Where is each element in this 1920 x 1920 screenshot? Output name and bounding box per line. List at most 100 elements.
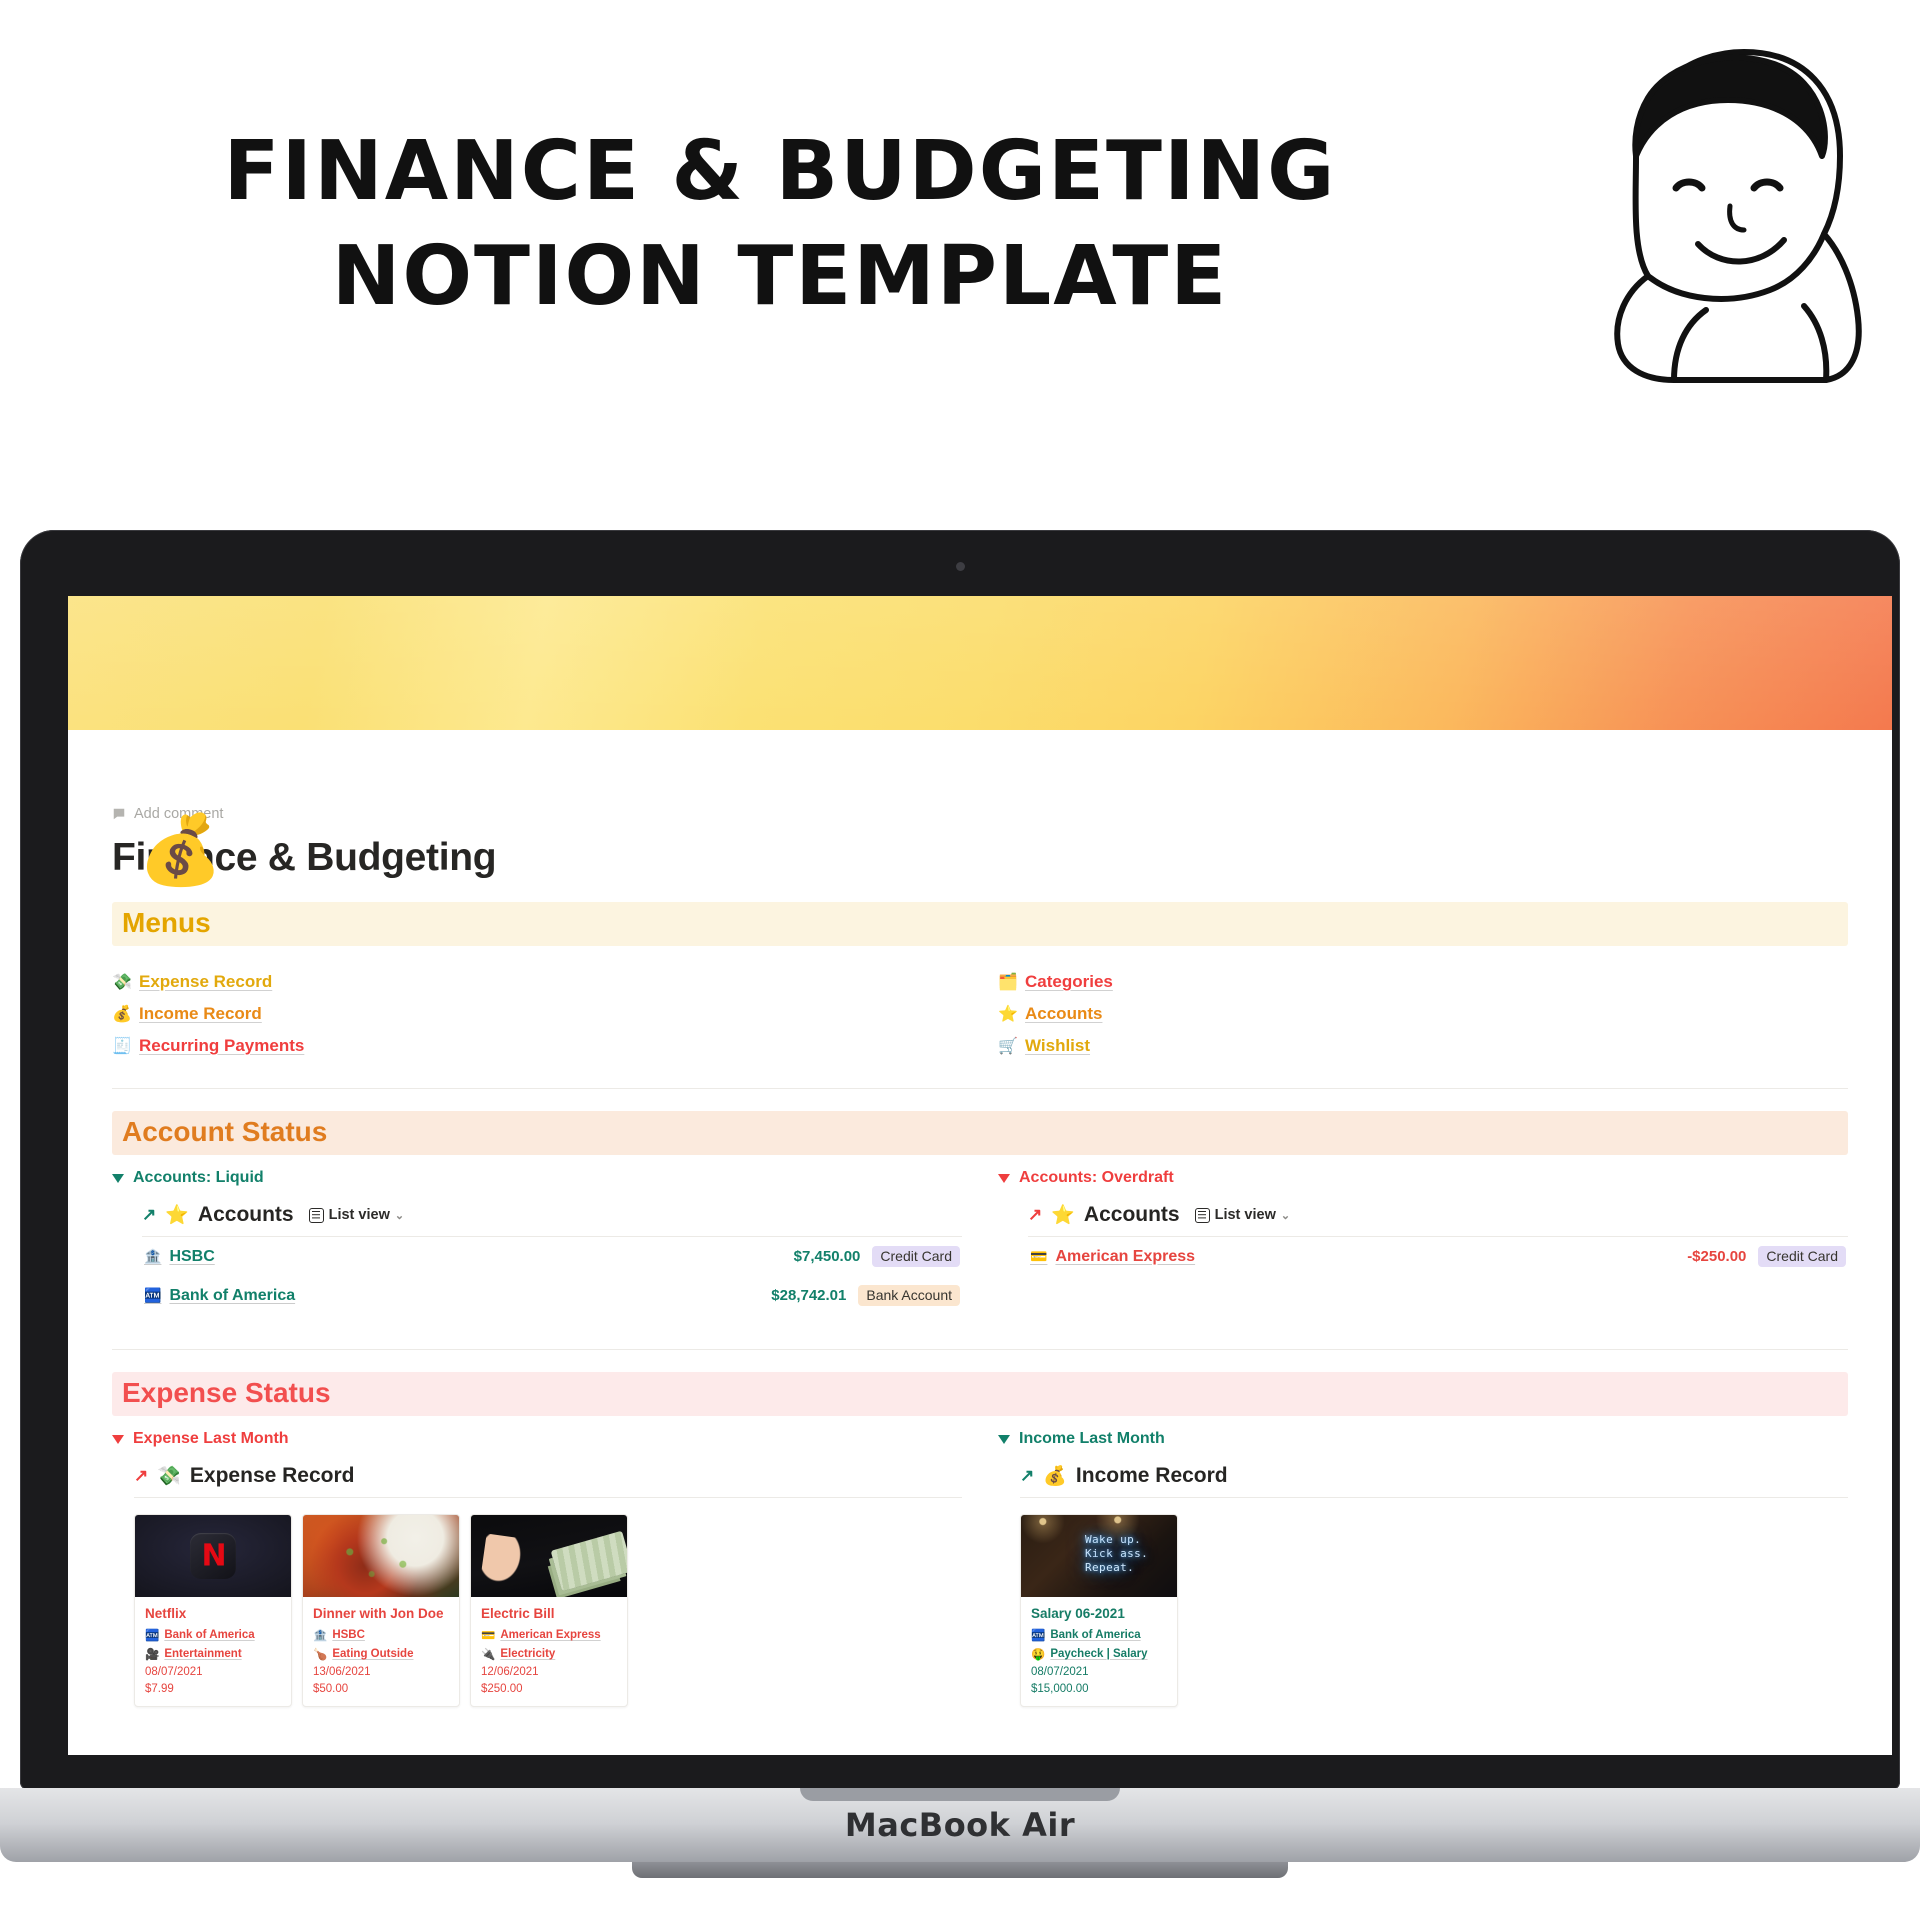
star-icon: ⭐ [165,1205,189,1226]
accounts-overdraft-block: Accounts: Overdraft ↗ ⭐ Accounts List vi… [998,1165,1848,1315]
open-link-icon[interactable]: ↗ [1028,1205,1042,1225]
card-amount: $15,000.00 [1031,1683,1089,1695]
income-gallery: Wake up. Kick ass. Repeat. Salary 06-202… [1020,1514,1848,1707]
list-view-icon [1194,1207,1210,1223]
menu-link-accounts[interactable]: ⭐ Accounts [998,1004,1848,1024]
card-category[interactable]: 🎥 Entertainment [145,1647,281,1661]
notion-page-body: 💰 Add comment Finance & Budgeting Menus … [68,730,1892,1707]
account-status-columns: Accounts: Liquid ↗ ⭐ Accounts List view … [112,1165,1848,1315]
menu-link-recurring-payments[interactable]: 🧾 Recurring Payments [112,1036,962,1056]
categories-icon: 🗂️ [998,974,1018,991]
laptop-mockup: 💰 Add comment Finance & Budgeting Menus … [0,530,1920,1920]
table-row[interactable]: 🏧 Bank of America $28,742.01 Bank Accoun… [142,1276,962,1315]
view-selector-overdraft[interactable]: List view ⌄ [1194,1207,1291,1223]
toggle-label: Expense Last Month [133,1430,289,1447]
entertainment-icon: 🎥 [145,1649,160,1661]
menu-link-categories[interactable]: 🗂️ Categories [998,972,1848,992]
triangle-down-icon [998,1434,1010,1444]
database-title: Income Record [1075,1464,1228,1487]
triangle-down-icon [112,1173,124,1183]
status-badge: Credit Card [1758,1246,1846,1267]
toggle-label: Income Last Month [1019,1430,1165,1447]
card-category[interactable]: 🔌 Electricity [481,1647,617,1661]
account-name-cell[interactable]: 🏦 HSBC [144,1248,215,1266]
chevron-down-icon: ⌄ [1280,1209,1291,1222]
view-selector-liquid[interactable]: List view ⌄ [308,1207,405,1223]
toggle-income-last-month[interactable]: Income Last Month [998,1430,1848,1448]
toggle-label: Accounts: Overdraft [1019,1169,1174,1186]
table-row[interactable]: 💳 American Express -$250.00 Credit Card [1028,1237,1848,1276]
webcam [956,562,965,571]
card-thumbnail [303,1515,459,1597]
list-view-icon [308,1207,324,1223]
page-title: Finance & Budgeting [112,836,497,879]
card-category-label: Electricity [500,1648,556,1660]
card-amount: $50.00 [313,1683,349,1695]
triangle-down-icon [112,1434,124,1444]
open-link-icon[interactable]: ↗ [134,1466,148,1486]
toggle-label: Accounts: Liquid [133,1169,264,1186]
card-category[interactable]: 🍗 Eating Outside [313,1647,449,1661]
menu-link-label: Wishlist [1025,1036,1091,1055]
menu-link-label: Categories [1025,972,1113,991]
open-link-icon[interactable]: ↗ [142,1205,156,1225]
view-label: List view [328,1207,390,1223]
list-item[interactable]: Wake up. Kick ass. Repeat. Salary 06-202… [1020,1514,1178,1707]
menu-link-label: Income Record [139,1004,262,1023]
view-label: List view [1214,1207,1276,1223]
card-date: 08/07/2021 [145,1666,203,1678]
status-badge: Bank Account [858,1285,960,1306]
card-category[interactable]: 🤑 Paycheck | Salary [1031,1647,1167,1661]
card-account[interactable]: 🏦 HSBC [313,1628,449,1642]
income-record-icon: 💰 [112,1006,132,1023]
toggle-expense-last-month[interactable]: Expense Last Month [112,1430,962,1448]
card-account[interactable]: 🏧 Bank of America [145,1628,281,1642]
notion-cover-image [68,596,1892,730]
menu-link-income-record[interactable]: 💰 Income Record [112,1004,962,1024]
laptop-foot [632,1862,1288,1878]
menus-right-column: 🗂️ Categories ⭐ Accounts 🛒 Wishlist [998,972,1848,1068]
account-balance: $28,742.01 [771,1287,847,1304]
toggle-accounts-liquid[interactable]: Accounts: Liquid [112,1169,962,1187]
neon-sign-text: Wake up. Kick ass. Repeat. [1085,1533,1149,1574]
chevron-down-icon: ⌄ [394,1209,405,1222]
open-link-icon[interactable]: ↗ [1020,1466,1034,1486]
hsbc-icon: 🏦 [313,1630,328,1642]
eating-outside-icon: 🍗 [313,1649,328,1661]
card-amount: $7.99 [145,1683,174,1695]
list-item[interactable]: Dinner with Jon Doe 🏦 HSBC 🍗 Eating Outs… [302,1514,460,1707]
database-header-income-record[interactable]: ↗ 💰 Income Record [1020,1464,1848,1488]
electricity-icon: 🔌 [481,1649,496,1661]
list-item[interactable]: N Netflix 🏧 Bank of America 🎥 Entertainm… [134,1514,292,1707]
card-date: 08/07/2021 [1031,1666,1089,1678]
toggle-accounts-overdraft[interactable]: Accounts: Overdraft [998,1169,1848,1187]
menu-link-wishlist[interactable]: 🛒 Wishlist [998,1036,1848,1056]
menu-link-expense-record[interactable]: 💸 Expense Record [112,972,962,992]
expense-record-icon: 💸 [112,974,132,991]
promo-title-line-1: Finance & Budgeting [223,124,1337,219]
database-rule [134,1497,962,1498]
database-header-accounts-liquid[interactable]: ↗ ⭐ Accounts List view ⌄ [142,1203,962,1227]
account-name-cell[interactable]: 🏧 Bank of America [144,1287,295,1305]
card-thumbnail: Wake up. Kick ass. Repeat. [1021,1515,1177,1597]
list-item[interactable]: Electric Bill 💳 American Express 🔌 Elect… [470,1514,628,1707]
table-row[interactable]: 🏦 HSBC $7,450.00 Credit Card [142,1237,962,1276]
accounts-star-icon: ⭐ [998,1006,1018,1023]
account-name-label: HSBC [169,1247,215,1265]
menus-columns: 💸 Expense Record 💰 Income Record 🧾 Recur… [112,956,1848,1072]
wishlist-cart-icon: 🛒 [998,1038,1018,1055]
database-header-accounts-overdraft[interactable]: ↗ ⭐ Accounts List view ⌄ [1028,1203,1848,1227]
add-comment-button[interactable]: Add comment [112,806,1848,822]
card-account[interactable]: 🏧 Bank of America [1031,1628,1167,1642]
laptop-model-label: MacBook Air [844,1806,1076,1844]
card-date: 13/06/2021 [313,1666,371,1678]
american-express-icon: 💳 [1030,1248,1048,1264]
account-name-cell[interactable]: 💳 American Express [1030,1248,1195,1266]
income-last-month-block: Income Last Month ↗ 💰 Income Record Wake [998,1426,1848,1707]
database-header-expense-record[interactable]: ↗ 💸 Expense Record [134,1464,962,1488]
card-date: 12/06/2021 [481,1666,539,1678]
card-title: Salary 06-2021 [1031,1606,1125,1621]
card-title: Netflix [145,1606,187,1621]
recurring-payments-icon: 🧾 [112,1038,132,1055]
card-account[interactable]: 💳 American Express [481,1628,617,1642]
